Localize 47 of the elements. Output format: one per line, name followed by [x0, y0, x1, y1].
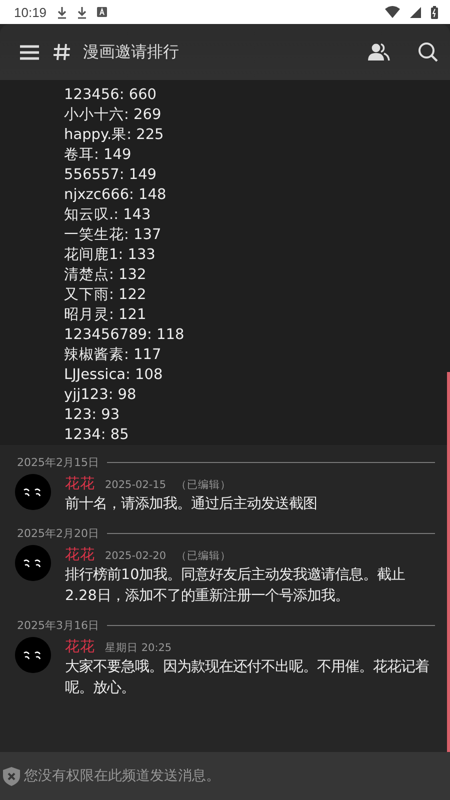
leaderboard-entry: happy.果: 225 — [64, 126, 164, 145]
signal-icon — [410, 6, 421, 18]
leaderboard-entry: yjj123: 98 — [64, 386, 136, 405]
leaderboard-entry: 花间鹿1: 133 — [64, 246, 156, 265]
edited-label: （已编辑） — [176, 549, 232, 564]
leaderboard-entry: 123: 93 — [64, 406, 120, 425]
leaderboard-entry: 123456: 660 — [64, 86, 157, 105]
leaderboard-entry: 123456789: 118 — [64, 326, 184, 345]
app-notification-icon — [96, 7, 107, 17]
author-name[interactable]: 花花 — [65, 637, 95, 657]
date-divider: 2025年2月20日 — [17, 526, 99, 540]
channel-title: 漫画邀请排行 — [83, 42, 180, 62]
date-divider: 2025年2月15日 — [17, 454, 99, 470]
message-text: 排行榜前10加我。同意好友后主动发我邀请信息。截止2.28日，添加不了的重新注册一个号添加我。 — [65, 566, 406, 606]
timestamp: 2025-02-20 — [105, 549, 166, 564]
battery-icon — [431, 6, 438, 18]
scrollbar[interactable] — [447, 372, 450, 752]
leaderboard-entry: 知云叹.: 143 — [64, 206, 151, 225]
leaderboard-entry: 一笑生花: 137 — [64, 226, 162, 245]
shield-icon — [3, 766, 20, 786]
message-text: 大家不要急哦。因为款现在还付不出呢。不用催。花花记着呢。放心。 — [65, 658, 430, 698]
hash-icon — [53, 43, 71, 61]
author-name[interactable]: 花花 — [65, 545, 95, 565]
leaderboard-entry: 又下雨: 122 — [64, 286, 146, 305]
leaderboard-entry: 清楚点: 132 — [64, 266, 146, 285]
message-text: 前十名，请添加我。通过后主动发送截图 — [65, 494, 318, 514]
author-name[interactable]: 花花 — [65, 474, 95, 494]
search-icon[interactable] — [418, 42, 438, 62]
leaderboard-entry: njxzc666: 148 — [64, 186, 166, 205]
leaderboard-entry: 昭月灵: 121 — [64, 306, 146, 325]
leaderboard-entry: 1234: 85 — [64, 426, 129, 445]
timestamp: 星期日 20:25 — [105, 641, 172, 656]
edited-label: （已编辑） — [176, 478, 232, 493]
leaderboard-entry: 辣椒酱素: 117 — [64, 346, 162, 365]
leaderboard-entry: 556557: 149 — [64, 166, 157, 185]
clock: 10:19 — [14, 4, 47, 20]
permission-notice: 您没有权限在此频道发送消息。 — [24, 767, 220, 785]
download-icon — [76, 6, 87, 18]
menu-icon[interactable] — [20, 44, 39, 60]
date-divider: 2025年3月16日 — [17, 618, 99, 632]
wifi-icon — [385, 6, 400, 18]
leaderboard-entry: 小小十六: 269 — [64, 106, 162, 125]
timestamp: 2025-02-15 — [105, 478, 166, 493]
download-icon — [56, 6, 67, 18]
members-icon[interactable] — [368, 43, 390, 61]
leaderboard-entry: LJJessica: 108 — [64, 366, 163, 385]
leaderboard-entry: 卷耳: 149 — [64, 146, 132, 165]
